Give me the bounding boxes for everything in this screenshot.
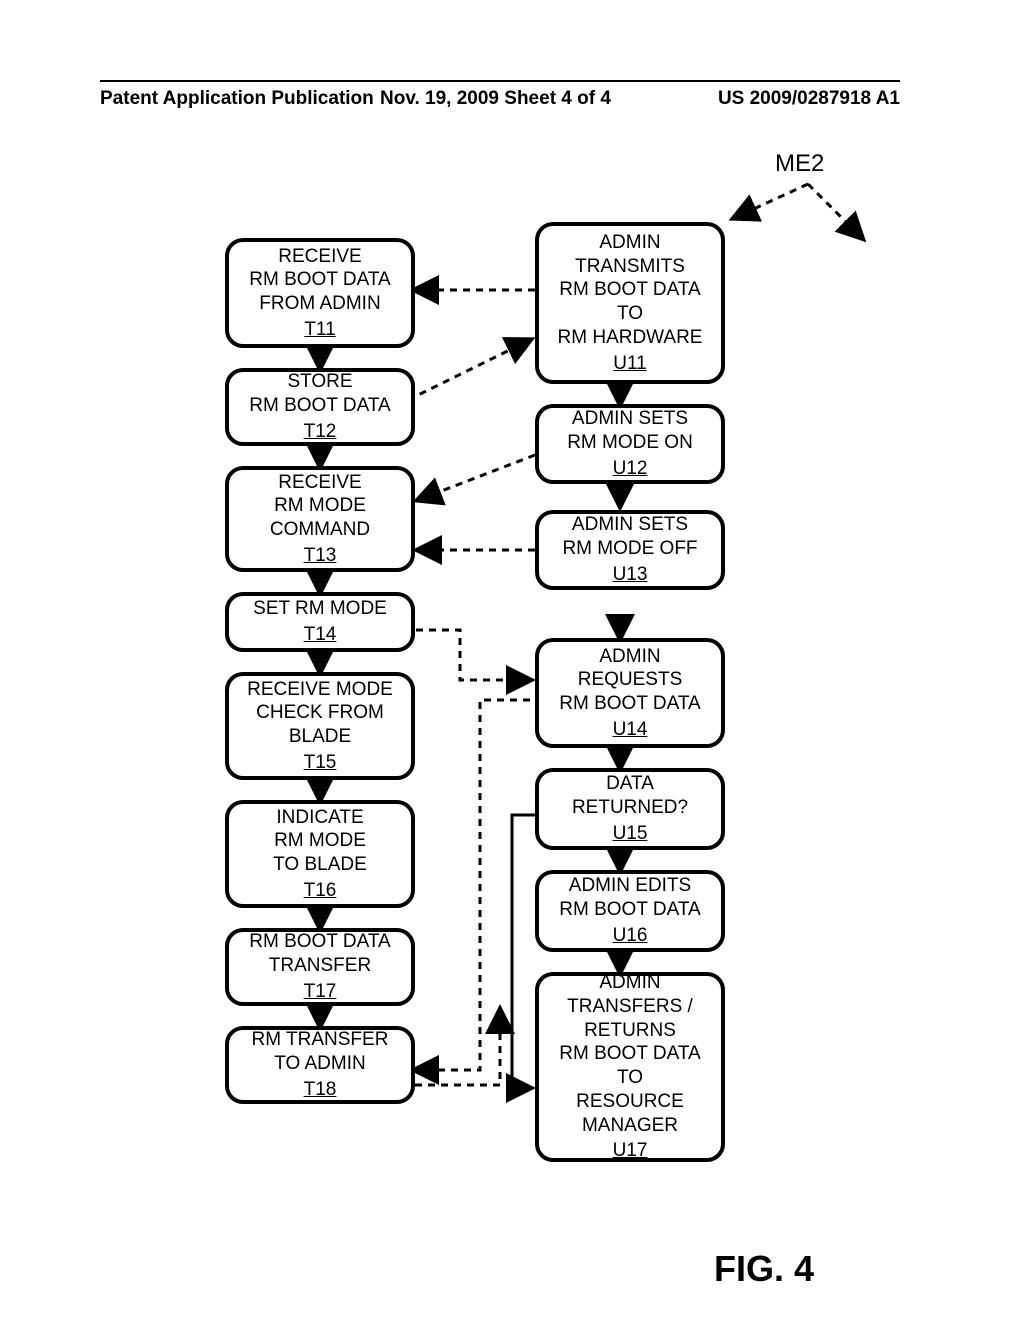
box-t14: SET RM MODE T14	[225, 592, 415, 652]
box-u16-text: ADMIN EDITSRM BOOT DATA	[559, 874, 700, 922]
box-u14-ref: U14	[613, 718, 648, 742]
box-u13-text: ADMIN SETSRM MODE OFF	[562, 513, 697, 561]
figure-label: FIG. 4	[714, 1248, 814, 1290]
box-t14-ref: T14	[304, 623, 337, 647]
box-t17: RM BOOT DATATRANSFER T17	[225, 928, 415, 1006]
connector-overlay	[0, 140, 1024, 1290]
me2-label: ME2	[775, 150, 824, 178]
header-center: Nov. 19, 2009 Sheet 4 of 4	[380, 88, 611, 110]
box-t12-text: STORERM BOOT DATA	[249, 370, 390, 418]
box-u16: ADMIN EDITSRM BOOT DATA U16	[535, 870, 725, 952]
box-t15-text: RECEIVE MODECHECK FROMBLADE	[247, 678, 393, 749]
box-u12-ref: U12	[613, 457, 648, 481]
box-t14-text: SET RM MODE	[253, 597, 387, 621]
header-left: Patent Application Publication	[100, 88, 374, 110]
box-t18-ref: T18	[304, 1078, 337, 1102]
box-u13-ref: U13	[613, 563, 648, 587]
box-t18: RM TRANSFERTO ADMIN T18	[225, 1026, 415, 1104]
box-u14-text: ADMINREQUESTSRM BOOT DATA	[559, 645, 700, 716]
box-u12: ADMIN SETSRM MODE ON U12	[535, 404, 725, 484]
box-t16-text: INDICATERM MODETO BLADE	[273, 806, 367, 877]
box-t15-ref: T15	[304, 751, 337, 775]
box-u11-ref: U11	[613, 352, 646, 376]
box-t12: STORERM BOOT DATA T12	[225, 368, 415, 446]
box-u11-text: ADMINTRANSMITSRM BOOT DATATORM HARDWARE	[558, 231, 703, 350]
page-root: Patent Application Publication Nov. 19, …	[0, 0, 1024, 1320]
box-t12-ref: T12	[304, 420, 337, 444]
box-t18-text: RM TRANSFERTO ADMIN	[252, 1028, 389, 1076]
header-rule	[100, 80, 900, 82]
figure-area: ME2	[0, 140, 1024, 1290]
box-t11: RECEIVERM BOOT DATAFROM ADMIN T11	[225, 238, 415, 348]
box-u15-text: DATARETURNED?	[572, 772, 688, 820]
box-t11-text: RECEIVERM BOOT DATAFROM ADMIN	[249, 245, 390, 316]
box-u12-text: ADMIN SETSRM MODE ON	[567, 407, 693, 455]
box-u15-ref: U15	[613, 822, 648, 846]
box-t16: INDICATERM MODETO BLADE T16	[225, 800, 415, 908]
box-t16-ref: T16	[304, 879, 337, 903]
box-t11-ref: T11	[304, 318, 335, 342]
box-u11: ADMINTRANSMITSRM BOOT DATATORM HARDWARE …	[535, 222, 725, 384]
box-t13-text: RECEIVERM MODECOMMAND	[270, 471, 370, 542]
box-t17-text: RM BOOT DATATRANSFER	[249, 930, 390, 978]
box-t17-ref: T17	[304, 980, 337, 1004]
box-u17: ADMINTRANSFERS /RETURNSRM BOOT DATATORES…	[535, 972, 725, 1162]
box-u17-text: ADMINTRANSFERS /RETURNSRM BOOT DATATORES…	[559, 971, 700, 1137]
box-u13: ADMIN SETSRM MODE OFF U13	[535, 510, 725, 590]
box-t13: RECEIVERM MODECOMMAND T13	[225, 466, 415, 572]
box-u17-ref: U17	[613, 1139, 648, 1163]
header-right: US 2009/0287918 A1	[718, 88, 900, 110]
box-u14: ADMINREQUESTSRM BOOT DATA U14	[535, 638, 725, 748]
box-u15: DATARETURNED? U15	[535, 768, 725, 850]
box-t15: RECEIVE MODECHECK FROMBLADE T15	[225, 672, 415, 780]
box-t13-ref: T13	[304, 544, 337, 568]
box-u16-ref: U16	[613, 924, 648, 948]
